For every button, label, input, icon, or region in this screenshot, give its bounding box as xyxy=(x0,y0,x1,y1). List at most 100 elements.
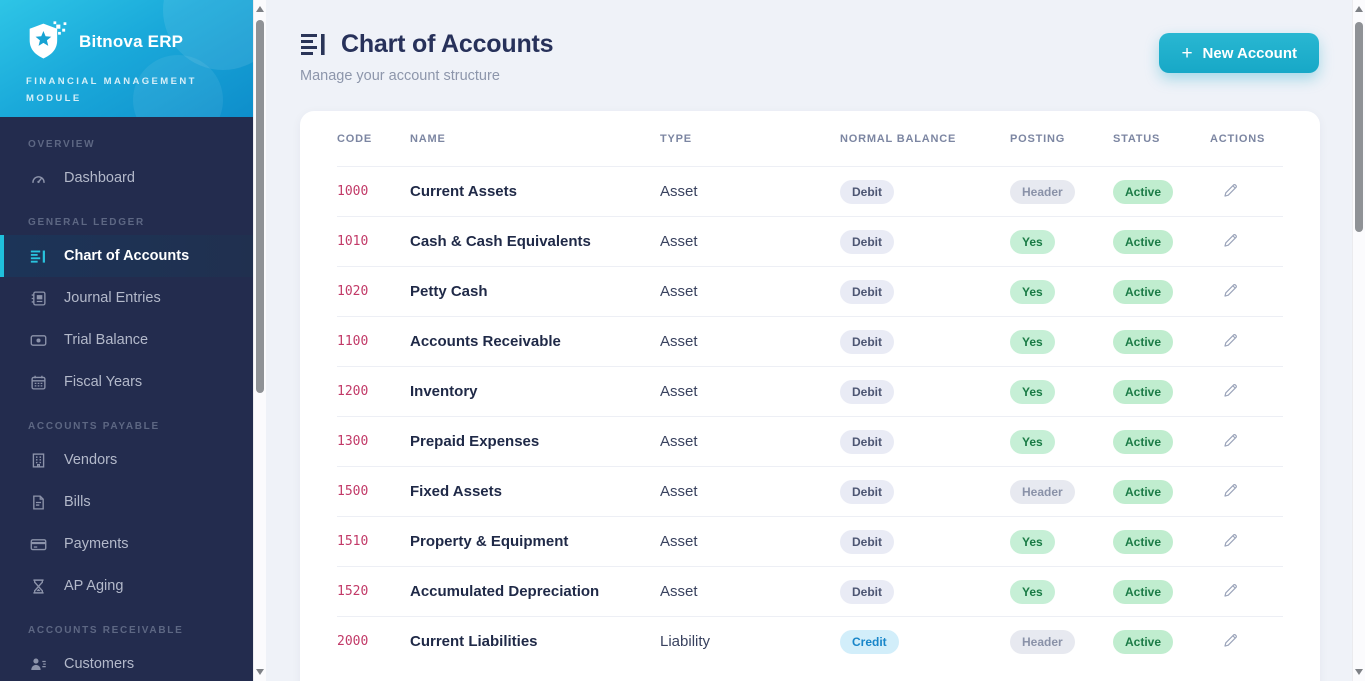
sidebar-item-label: Fiscal Years xyxy=(64,374,143,390)
pencil-icon xyxy=(1222,432,1239,449)
posting-badge: Yes xyxy=(1010,329,1055,354)
balance-badge: Debit xyxy=(840,229,894,254)
sidebar-nav: OVERVIEW Dashboard GENERAL LEDGER Chart … xyxy=(0,117,253,681)
status-badge: Active xyxy=(1113,579,1174,604)
edit-account-button[interactable] xyxy=(1219,329,1241,351)
posting-badge: Yes xyxy=(1010,229,1055,254)
account-type: Asset xyxy=(660,433,698,450)
edit-account-button[interactable] xyxy=(1219,179,1241,201)
account-name: Petty Cash xyxy=(410,283,488,300)
chart-of-accounts-title-icon xyxy=(300,31,328,59)
page-header: Chart of Accounts Manage your account st… xyxy=(266,0,1352,84)
posting-badge: Yes xyxy=(1010,579,1055,604)
edit-account-button[interactable] xyxy=(1219,479,1241,501)
sidebar-item-ap-aging[interactable]: AP Aging xyxy=(0,565,253,607)
status-badge: Active xyxy=(1113,379,1174,404)
column-header-actions: ACTIONS xyxy=(1210,132,1266,145)
table-row: 1010 Cash & Cash Equivalents Asset Debit… xyxy=(337,216,1283,266)
column-header-name: NAME xyxy=(410,132,446,145)
balance-badge: Credit xyxy=(840,629,899,654)
pencil-icon xyxy=(1222,582,1239,599)
sidebar-section: OVERVIEW Dashboard xyxy=(0,139,253,199)
sidebar-item-chart-of-accounts[interactable]: Chart of Accounts xyxy=(0,235,253,277)
sidebar-section: ACCOUNTS PAYABLE Vendors Bills Payments … xyxy=(0,421,253,607)
edit-account-button[interactable] xyxy=(1219,229,1241,251)
sidebar-item-customers[interactable]: Customers xyxy=(0,643,253,681)
new-account-button[interactable]: + New Account xyxy=(1159,33,1319,73)
pencil-icon xyxy=(1222,532,1239,549)
page-scrollbar[interactable] xyxy=(1352,0,1365,681)
sidebar-item-bills[interactable]: Bills xyxy=(0,481,253,523)
edit-account-button[interactable] xyxy=(1219,279,1241,301)
sidebar-section-label: ACCOUNTS RECEIVABLE xyxy=(28,625,184,636)
table-row: 1500 Fixed Assets Asset Debit Header Act… xyxy=(337,466,1283,516)
sidebar-item-label: Vendors xyxy=(64,452,118,468)
balance-badge: Debit xyxy=(840,579,894,604)
status-badge: Active xyxy=(1113,229,1174,254)
edit-account-button[interactable] xyxy=(1219,529,1241,551)
edit-account-button[interactable] xyxy=(1219,429,1241,451)
edit-account-button[interactable] xyxy=(1219,579,1241,601)
page-scrollbar-thumb[interactable] xyxy=(1355,22,1363,232)
sidebar-logo-block: Bitnova ERP FINANCIAL MANAGEMENT MODULE xyxy=(0,0,253,117)
table-row: 1020 Petty Cash Asset Debit Yes Active xyxy=(337,266,1283,316)
page-subtitle: Manage your account structure xyxy=(300,68,500,84)
account-type: Asset xyxy=(660,483,698,500)
balance-badge: Debit xyxy=(840,179,894,204)
balance-badge: Debit xyxy=(840,529,894,554)
account-name: Accumulated Depreciation xyxy=(410,583,600,600)
account-code: 2000 xyxy=(337,634,369,649)
new-account-button-label: New Account xyxy=(1202,44,1297,62)
scroll-up-arrow-icon[interactable] xyxy=(1355,6,1363,12)
column-header-normal-balance: NORMAL BALANCE xyxy=(840,132,957,145)
edit-account-button[interactable] xyxy=(1219,379,1241,401)
account-type: Asset xyxy=(660,233,698,250)
account-name: Prepaid Expenses xyxy=(410,433,540,450)
sidebar-item-fiscal-years[interactable]: Fiscal Years xyxy=(0,361,253,403)
customers-icon xyxy=(30,656,47,673)
account-code: 1010 xyxy=(337,234,369,249)
journal-icon xyxy=(30,290,47,307)
account-name: Property & Equipment xyxy=(410,533,569,550)
column-header-posting: POSTING xyxy=(1010,132,1066,145)
dashboard-icon xyxy=(30,170,47,187)
bills-icon xyxy=(30,494,47,511)
account-code: 1500 xyxy=(337,484,369,499)
sidebar-item-trial-balance[interactable]: Trial Balance xyxy=(0,319,253,361)
sidebar-item-label: Dashboard xyxy=(64,170,135,186)
posting-badge: Header xyxy=(1010,179,1075,204)
page-title: Chart of Accounts xyxy=(341,30,554,58)
table-row: 1300 Prepaid Expenses Asset Debit Yes Ac… xyxy=(337,416,1283,466)
edit-account-button[interactable] xyxy=(1219,629,1241,651)
table-row: 1200 Inventory Asset Debit Yes Active xyxy=(337,366,1283,416)
account-code: 1520 xyxy=(337,584,369,599)
sidebar-section-label: ACCOUNTS PAYABLE xyxy=(28,421,160,432)
status-badge: Active xyxy=(1113,329,1174,354)
sidebar-item-payments[interactable]: Payments xyxy=(0,523,253,565)
status-badge: Active xyxy=(1113,629,1174,654)
posting-badge: Yes xyxy=(1010,529,1055,554)
sidebar-item-dashboard[interactable]: Dashboard xyxy=(0,157,253,199)
account-type: Asset xyxy=(660,533,698,550)
payments-icon xyxy=(30,536,47,553)
scroll-up-arrow-icon[interactable] xyxy=(256,6,264,12)
scroll-down-arrow-icon[interactable] xyxy=(1355,669,1363,675)
account-code: 1200 xyxy=(337,384,369,399)
shield-star-logo-icon xyxy=(26,20,70,64)
account-type: Asset xyxy=(660,383,698,400)
app-subtitle: FINANCIAL MANAGEMENT MODULE xyxy=(26,76,197,104)
table-row: 1520 Accumulated Depreciation Asset Debi… xyxy=(337,566,1283,616)
fiscal-icon xyxy=(30,374,47,391)
sidebar-scrollbar[interactable] xyxy=(253,0,266,681)
account-name: Fixed Assets xyxy=(410,483,502,500)
sidebar-item-journal-entries[interactable]: Journal Entries xyxy=(0,277,253,319)
sidebar: Bitnova ERP FINANCIAL MANAGEMENT MODULE … xyxy=(0,0,253,681)
sidebar-item-label: Journal Entries xyxy=(64,290,161,306)
posting-badge: Header xyxy=(1010,629,1075,654)
sidebar-item-vendors[interactable]: Vendors xyxy=(0,439,253,481)
sidebar-scrollbar-thumb[interactable] xyxy=(256,20,264,393)
scroll-down-arrow-icon[interactable] xyxy=(256,669,264,675)
status-badge: Active xyxy=(1113,279,1174,304)
table-row: 1510 Property & Equipment Asset Debit Ye… xyxy=(337,516,1283,566)
table-row: 2000 Current Liabilities Liability Credi… xyxy=(337,616,1283,666)
